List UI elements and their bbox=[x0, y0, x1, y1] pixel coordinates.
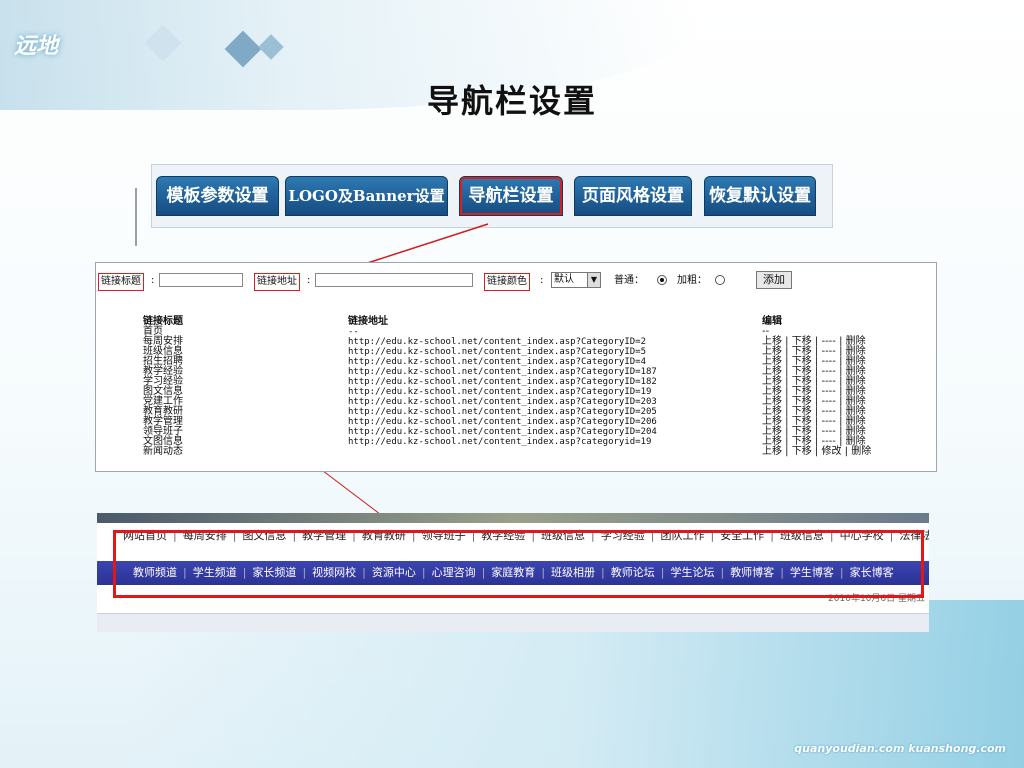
list-item-url: http://edu.kz-school.net/content_index.a… bbox=[348, 367, 657, 377]
list-item-url: -- bbox=[348, 327, 359, 337]
list-item-url: http://edu.kz-school.net/content_index.a… bbox=[348, 397, 657, 407]
add-button[interactable]: 添加 bbox=[756, 271, 792, 289]
link-color-label: 链接颜色 bbox=[484, 273, 530, 291]
site-nav-highlight bbox=[113, 530, 924, 598]
weight-normal-radio[interactable] bbox=[657, 275, 667, 285]
colon: : bbox=[540, 275, 544, 286]
list-item-url: http://edu.kz-school.net/content_index.a… bbox=[348, 427, 657, 437]
footer-url: quanyoudian.com kuanshong.com bbox=[794, 742, 1006, 755]
link-url-input[interactable] bbox=[315, 273, 473, 287]
site-banner-strip bbox=[97, 513, 929, 523]
weight-bold-radio-wrap bbox=[715, 273, 725, 289]
column-header-edit: 编辑 bbox=[762, 316, 782, 327]
list-item-url: http://edu.kz-school.net/content_index.a… bbox=[348, 377, 657, 387]
list-item-url: http://edu.kz-school.net/content_index.a… bbox=[348, 337, 647, 347]
link-title-label: 链接标题 bbox=[98, 273, 144, 291]
move-up-link[interactable]: 上移 bbox=[762, 446, 782, 457]
list-item-url: http://edu.kz-school.net/content_index.a… bbox=[348, 347, 647, 357]
move-down-link[interactable]: 下移 bbox=[792, 446, 812, 457]
separator: | bbox=[841, 446, 852, 457]
edit-column: 编辑 -- 上移 | 下移 | ---- | 删除 上移 | 下移 | ---- … bbox=[762, 317, 871, 457]
delete-link[interactable]: 删除 bbox=[851, 446, 871, 457]
separator: | bbox=[782, 446, 792, 457]
link-color-select[interactable]: 默认 ▼ bbox=[551, 272, 601, 288]
link-url-label: 链接地址 bbox=[254, 273, 300, 291]
chevron-down-icon[interactable]: ▼ bbox=[587, 273, 600, 287]
link-title-input[interactable] bbox=[159, 273, 243, 287]
weight-bold-radio[interactable] bbox=[715, 275, 725, 285]
weight-normal-radio-wrap bbox=[657, 273, 667, 289]
list-item-url: http://edu.kz-school.net/content_index.a… bbox=[348, 417, 657, 427]
modify-link[interactable]: 修改 bbox=[821, 446, 841, 457]
list-item-edit-actions: 上移 | 下移 | 修改 | 删除 bbox=[762, 447, 871, 457]
list-item-url: http://edu.kz-school.net/content_index.a… bbox=[348, 357, 647, 367]
site-content-strip bbox=[97, 613, 929, 632]
selected-value: 默认 bbox=[554, 274, 574, 285]
title-column: 链接标题 首页 每周安排 班级信息 招生招聘 教学经验 学习经验 图文信息 党建… bbox=[143, 317, 183, 457]
navbar-settings-panel: 链接标题 : 链接地址 : 链接颜色 : 默认 ▼ 普通： 加粗： 添加 链接标… bbox=[95, 262, 937, 472]
column-header-url: 链接地址 bbox=[348, 316, 388, 327]
weight-normal-label: 普通： bbox=[614, 275, 644, 286]
weight-bold-label: 加粗： bbox=[677, 275, 707, 286]
separator: | bbox=[811, 446, 822, 457]
list-item-url: http://edu.kz-school.net/content_index.a… bbox=[348, 437, 652, 447]
colon: : bbox=[151, 275, 155, 286]
url-column: 链接地址 -- http://edu.kz-school.net/content… bbox=[348, 316, 657, 448]
colon: : bbox=[307, 275, 311, 286]
list-item-url: http://edu.kz-school.net/content_index.a… bbox=[348, 407, 657, 417]
list-item-url: http://edu.kz-school.net/content_index.a… bbox=[348, 387, 652, 397]
list-item: 新闻动态 bbox=[143, 446, 183, 457]
